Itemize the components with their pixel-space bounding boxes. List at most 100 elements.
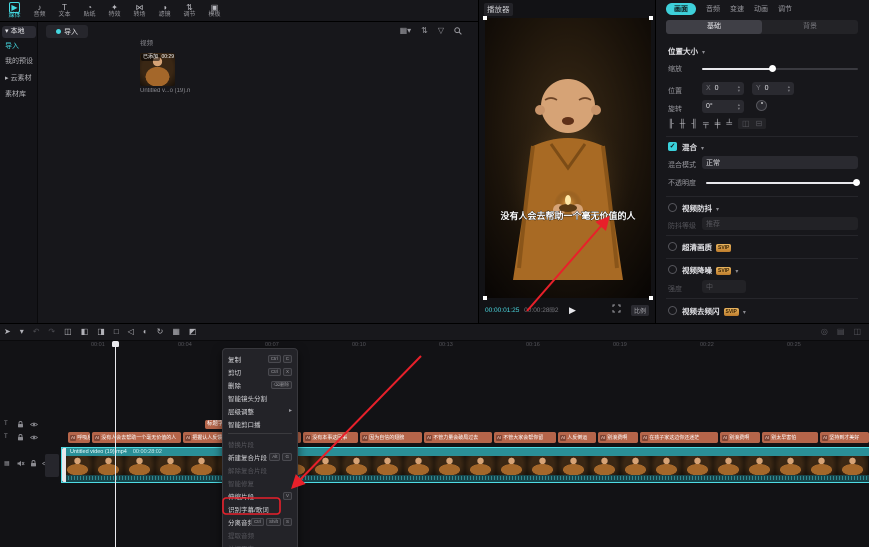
frame-display-icon[interactable]: ⊞ bbox=[549, 306, 555, 314]
media-thumbnail[interactable]: 已添加 00:29 bbox=[140, 53, 175, 86]
filter-icon[interactable]: ▽ bbox=[438, 26, 444, 36]
tab-音频[interactable]: 音频 bbox=[706, 4, 720, 14]
fit-screen-icon[interactable] bbox=[612, 304, 621, 313]
position-y-input[interactable]: Y0 ▴▾ bbox=[752, 82, 794, 95]
ratio-button[interactable]: 比例 bbox=[631, 305, 649, 316]
sidebar-item-云素材[interactable]: ▸ 云素材 bbox=[2, 73, 36, 85]
dropdown-caret-icon[interactable]: ▾ bbox=[20, 327, 24, 337]
play-button[interactable]: ▶ bbox=[569, 305, 576, 316]
rotate-icon[interactable]: ↻ bbox=[157, 327, 164, 337]
stepper-icon[interactable]: ▴▾ bbox=[738, 103, 740, 111]
linkage-icon[interactable]: ▤ bbox=[837, 327, 845, 337]
video-preview[interactable]: 没有人会去帮助一个毫无价值的人 bbox=[485, 18, 651, 298]
align-left-icon[interactable]: ╟ bbox=[668, 119, 674, 128]
scale-slider[interactable] bbox=[702, 68, 858, 70]
align-center-h-icon[interactable]: ╫ bbox=[680, 119, 686, 128]
subtitle-clip[interactable]: AI不管大家会帮你留 bbox=[494, 432, 556, 443]
menu-item-新建复合片段[interactable]: 新建复合片段AltG bbox=[223, 450, 297, 463]
stepper-icon[interactable]: ▴▾ bbox=[738, 85, 740, 93]
lock-icon[interactable] bbox=[30, 460, 37, 467]
rotate-dial[interactable] bbox=[756, 100, 767, 111]
menu-item-识别字幕/歌词[interactable]: 识别字幕/歌词 bbox=[223, 502, 297, 515]
blend-checkbox[interactable]: ✓ bbox=[668, 142, 677, 151]
align-right-icon[interactable]: ╢ bbox=[691, 119, 697, 128]
matting-icon[interactable]: ◩ bbox=[189, 327, 197, 337]
subtitle-clip[interactable]: AI坚持到才美好 bbox=[820, 432, 869, 443]
freeze-frame-icon[interactable]: □ bbox=[114, 327, 119, 337]
stabilize-toggle[interactable] bbox=[668, 203, 677, 212]
subtitle-clip[interactable]: AI没有人会去帮助一个毫无价值的人 bbox=[92, 432, 181, 443]
subtab-基础[interactable]: 基础 bbox=[666, 20, 762, 34]
search-icon[interactable] bbox=[454, 27, 462, 35]
split-icon[interactable]: ◫ bbox=[64, 327, 72, 337]
tab-动画[interactable]: 动画 bbox=[754, 4, 768, 14]
subtab-背景[interactable]: 背景 bbox=[762, 20, 858, 34]
subtitle-clip[interactable]: AI别太早害怕 bbox=[762, 432, 818, 443]
sidebar-item-素材库[interactable]: 素材库 bbox=[2, 89, 36, 101]
deflicker-toggle[interactable] bbox=[668, 306, 677, 315]
transform-handle[interactable] bbox=[483, 16, 487, 20]
timeline-ruler[interactable]: 00:0100:0400:0700:1000:1300:1600:1900:22… bbox=[0, 341, 869, 350]
subtitle-clip[interactable]: AI在孩子家这边你还迷茫 bbox=[640, 432, 718, 443]
align-middle-icon[interactable]: ╪ bbox=[715, 119, 721, 128]
align-top-icon[interactable]: ╤ bbox=[703, 119, 709, 128]
toolbar-item-特效[interactable]: ✦特效 bbox=[102, 3, 127, 19]
reverse-icon[interactable]: ◁ bbox=[128, 327, 134, 337]
rotate-input[interactable]: 0° ▴▾ bbox=[702, 100, 744, 113]
delete-left-icon[interactable]: ◧ bbox=[81, 327, 89, 337]
crop-icon[interactable]: ▦ bbox=[172, 327, 180, 337]
menu-item-智能镜头分割[interactable]: 智能镜头分割 bbox=[223, 391, 297, 404]
mirror-icon[interactable]: ◐ bbox=[143, 327, 148, 337]
menu-item-复制[interactable]: 复制CtrlC bbox=[223, 352, 297, 365]
subtitle-clip[interactable]: AI别浪费啊 bbox=[598, 432, 638, 443]
sidebar-item-导入[interactable]: 导入 bbox=[2, 41, 36, 53]
select-tool-icon[interactable]: ➤ bbox=[4, 327, 11, 337]
lock-icon[interactable] bbox=[17, 421, 24, 428]
subtitle-clip[interactable]: AI因为自信的翅膀 bbox=[360, 432, 422, 443]
position-x-input[interactable]: X0 ▴▾ bbox=[702, 82, 744, 95]
tab-调节[interactable]: 调节 bbox=[778, 4, 792, 14]
sidebar-item-我的预设[interactable]: 我的预设 bbox=[2, 56, 36, 68]
toolbar-item-滤镜[interactable]: ◑滤镜 bbox=[152, 3, 177, 19]
eye-icon[interactable] bbox=[30, 434, 38, 441]
subtitle-clip[interactable]: AI不管力量会破局过去 bbox=[424, 432, 492, 443]
tab-变速[interactable]: 变速 bbox=[730, 4, 744, 14]
subtitle-clip[interactable]: AI呼吸后 bbox=[68, 432, 90, 443]
sort-icon[interactable]: ⇅ bbox=[421, 26, 428, 36]
stepper-icon[interactable]: ▴▾ bbox=[788, 85, 790, 93]
transform-handle[interactable] bbox=[483, 296, 487, 300]
toolbar-item-模板[interactable]: ▣模板 bbox=[202, 3, 227, 19]
delete-right-icon[interactable]: ◨ bbox=[97, 327, 105, 337]
clip-trim-handle[interactable] bbox=[62, 448, 66, 482]
menu-item-删除[interactable]: 删除⌫删除 bbox=[223, 378, 297, 391]
toolbar-item-文本[interactable]: T文本 bbox=[52, 3, 77, 19]
toolbar-item-媒体[interactable]: ▶媒体 bbox=[2, 2, 27, 20]
subtitle-clip[interactable]: AI别浪费啊 bbox=[720, 432, 760, 443]
video-clip[interactable]: Untitled video (19).mp4 00:00:28:02 bbox=[62, 448, 869, 482]
transform-handle[interactable] bbox=[649, 16, 653, 20]
align-bottom-icon[interactable]: ╧ bbox=[726, 119, 732, 128]
mute-icon[interactable] bbox=[17, 460, 25, 467]
toolbar-item-音频[interactable]: ♪音频 bbox=[27, 3, 52, 19]
snap-icon[interactable]: ◎ bbox=[821, 327, 828, 337]
tab-画面[interactable]: 画面 bbox=[666, 3, 696, 15]
hd-toggle[interactable] bbox=[668, 242, 677, 251]
preview-axis-icon[interactable]: ◫ bbox=[853, 327, 861, 337]
menu-item-层级调整[interactable]: 层级调整▸ bbox=[223, 404, 297, 417]
menu-item-伸缩片段[interactable]: 伸缩片段V bbox=[223, 489, 297, 502]
menu-item-剪切[interactable]: 剪切CtrlX bbox=[223, 365, 297, 378]
subtitle-clip[interactable]: AI人反倒运 bbox=[558, 432, 596, 443]
toolbar-item-转场[interactable]: ⋈转场 bbox=[127, 3, 152, 19]
grid-view-icon[interactable]: ▦▾ bbox=[400, 26, 412, 36]
transform-handle[interactable] bbox=[649, 296, 653, 300]
import-button[interactable]: 导入 bbox=[46, 25, 88, 38]
blend-mode-select[interactable]: 正常 bbox=[702, 156, 858, 169]
menu-item-智能剪口播[interactable]: 智能剪口播 bbox=[223, 417, 297, 430]
denoise-toggle[interactable] bbox=[668, 265, 677, 274]
menu-item-分离音频[interactable]: 分离音频CtrlShiftS bbox=[223, 515, 297, 528]
sidebar-item-本地[interactable]: ▾ 本地 bbox=[2, 26, 36, 38]
opacity-slider[interactable] bbox=[706, 182, 858, 184]
subtitle-clip[interactable]: AI没有本事这回事 bbox=[303, 432, 358, 443]
lock-icon[interactable] bbox=[17, 434, 24, 441]
cover-button[interactable] bbox=[45, 454, 59, 477]
